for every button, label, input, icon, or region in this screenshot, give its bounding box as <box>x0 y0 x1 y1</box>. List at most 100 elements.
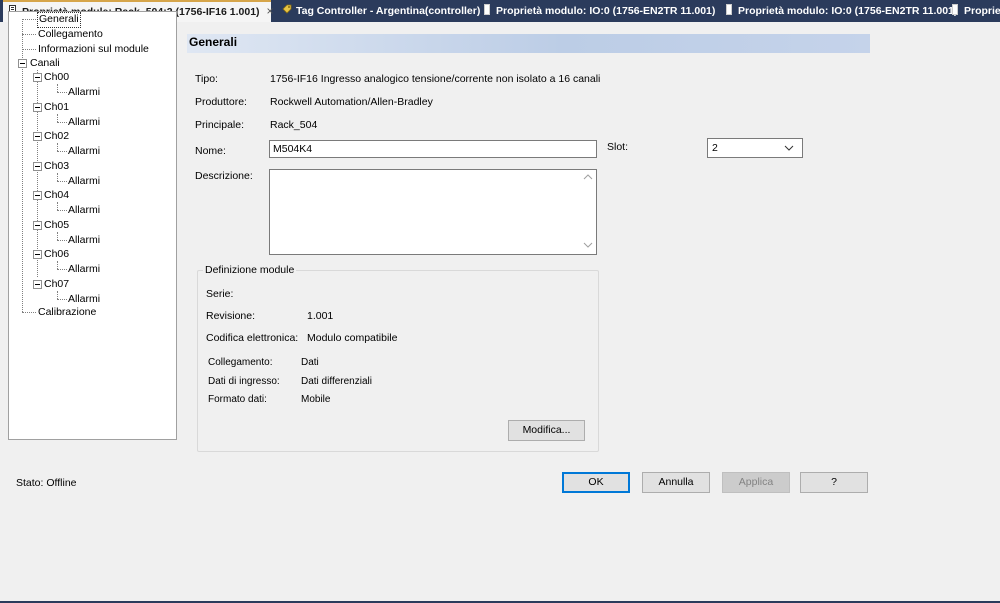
tab-label: Proprietà modulo: IO:0 (1756-EN2TR 11.00… <box>496 5 716 17</box>
collegamento-value: Dati <box>301 357 319 368</box>
tree-collapse-icon[interactable] <box>18 59 27 68</box>
tree-item-allarmi[interactable]: Allarmi <box>68 115 100 129</box>
tree-collapse-icon[interactable] <box>33 162 42 171</box>
tree-item-channel[interactable]: Ch05 <box>44 218 69 232</box>
tipo-value: 1756-IF16 Ingresso analogico tensione/co… <box>270 73 601 85</box>
tree-collapse-icon[interactable] <box>33 132 42 141</box>
tab-module-properties-io0-a[interactable]: Proprietà modulo: IO:0 (1756-EN2TR 11.00… <box>477 0 717 22</box>
serie-label: Serie: <box>206 288 234 300</box>
slot-select[interactable]: 2 <box>707 138 803 158</box>
tab-module-properties-truncated[interactable]: Propriet <box>945 0 1000 22</box>
tree-branch <box>57 181 67 182</box>
tree-branch <box>22 312 36 313</box>
dati-ingresso-label: Dati di ingresso: <box>208 376 280 387</box>
tree-item-channel[interactable]: Ch02 <box>44 129 69 143</box>
tree-collapse-icon[interactable] <box>33 191 42 200</box>
scroll-up-icon[interactable] <box>583 173 593 183</box>
tree-item-channel[interactable]: Ch00 <box>44 70 69 84</box>
produttore-label: Produttore: <box>195 96 247 108</box>
status-text: Stato: Offline <box>16 477 77 489</box>
tree-collapse-icon[interactable] <box>33 250 42 259</box>
tree-guide-line <box>57 261 58 269</box>
module-definition-title: Definizione module <box>203 264 297 276</box>
ok-button[interactable]: OK <box>562 472 630 493</box>
descrizione-scrollbar[interactable] <box>580 170 596 254</box>
principale-label: Principale: <box>195 119 245 131</box>
descrizione-textarea[interactable] <box>269 169 597 255</box>
scroll-down-icon[interactable] <box>583 241 593 251</box>
tree-guide-line <box>57 291 58 299</box>
tree-guide-line <box>57 173 58 181</box>
nome-label: Nome: <box>195 145 226 157</box>
tree-guide-line <box>57 232 58 240</box>
tree-guide-line <box>57 143 58 151</box>
category-tree[interactable]: Generali Collegamento Informazioni sul m… <box>8 11 177 440</box>
principale-value: Rack_504 <box>270 119 318 131</box>
tree-branch <box>22 34 36 35</box>
module-document-icon <box>724 1 734 15</box>
tab-label: Tag Controller - Argentina(controller) <box>296 5 481 17</box>
tree-collapse-icon[interactable] <box>33 73 42 82</box>
tab-label: Proprietà modulo: IO:0 (1756-EN2TR 11.00… <box>738 5 958 17</box>
tree-item-allarmi[interactable]: Allarmi <box>68 203 100 217</box>
tree-item-channel[interactable]: Ch04 <box>44 188 69 202</box>
tab-label: Propriet <box>964 5 1000 17</box>
tree-branch <box>57 92 67 93</box>
section-title-generali: Generali <box>187 34 870 53</box>
close-icon[interactable]: × <box>267 2 274 21</box>
tab-tag-controller[interactable]: Tag Controller - Argentina(controller) <box>277 0 480 22</box>
tree-item-canali[interactable]: Canali <box>30 56 60 70</box>
tree-item-allarmi[interactable]: Allarmi <box>68 233 100 247</box>
nome-input[interactable]: M504K4 <box>269 140 597 158</box>
produttore-value: Rockwell Automation/Allen-Bradley <box>270 96 433 108</box>
tree-item-informazioni[interactable]: Informazioni sul module <box>38 42 149 56</box>
revisione-value: 1.001 <box>307 310 334 322</box>
tree-item-channel[interactable]: Ch03 <box>44 159 69 173</box>
tree-item-allarmi[interactable]: Allarmi <box>68 144 100 158</box>
tree-collapse-icon[interactable] <box>33 103 42 112</box>
chevron-down-icon <box>784 139 794 164</box>
slot-value: 2 <box>712 142 718 154</box>
tree-guide-line <box>37 70 38 277</box>
applica-button: Applica <box>722 472 790 493</box>
collegamento-label: Collegamento: <box>208 357 273 368</box>
tree-item-channel[interactable]: Ch06 <box>44 247 69 261</box>
module-document-icon <box>482 1 492 15</box>
tree-guide-line <box>57 84 58 92</box>
tree-collapse-icon[interactable] <box>33 280 42 289</box>
tree-guide-line <box>57 202 58 210</box>
tag-icon <box>282 1 292 14</box>
dati-ingresso-value: Dati differenziali <box>301 376 372 387</box>
tree-item-allarmi[interactable]: Allarmi <box>68 174 100 188</box>
descrizione-label: Descrizione: <box>195 170 253 182</box>
formato-value: Mobile <box>301 394 331 405</box>
tree-branch <box>22 49 36 50</box>
modifica-button[interactable]: Modifica... <box>508 420 585 441</box>
help-button[interactable]: ? <box>800 472 868 493</box>
tipo-label: Tipo: <box>195 73 218 85</box>
tree-item-allarmi[interactable]: Allarmi <box>68 292 100 306</box>
tree-branch <box>22 19 36 20</box>
slot-label: Slot: <box>607 141 629 153</box>
tree-branch <box>57 210 67 211</box>
tree-item-allarmi[interactable]: Allarmi <box>68 85 100 99</box>
tree-item-channel[interactable]: Ch07 <box>44 277 69 291</box>
tree-branch <box>57 240 67 241</box>
tree-item-channel[interactable]: Ch01 <box>44 100 69 114</box>
formato-label: Formato dati: <box>208 394 267 405</box>
annulla-button[interactable]: Annulla <box>642 472 710 493</box>
tab-module-properties-io0-b[interactable]: Proprietà modulo: IO:0 (1756-EN2TR 11.00… <box>719 0 957 22</box>
tree-item-collegamento[interactable]: Collegamento <box>38 27 103 41</box>
tree-branch <box>57 122 67 123</box>
tree-guide-line <box>57 114 58 122</box>
tree-item-allarmi[interactable]: Allarmi <box>68 262 100 276</box>
tree-item-calibrazione[interactable]: Calibrazione <box>38 305 96 319</box>
tree-item-generali[interactable]: Generali <box>37 12 81 28</box>
revisione-label: Revisione: <box>206 310 256 322</box>
codifica-value: Modulo compatibile <box>307 332 398 344</box>
tree-branch <box>57 269 67 270</box>
tree-branch <box>57 151 67 152</box>
codifica-label: Codifica elettronica: <box>206 332 299 344</box>
tree-collapse-icon[interactable] <box>33 221 42 230</box>
tree-branch <box>57 299 67 300</box>
